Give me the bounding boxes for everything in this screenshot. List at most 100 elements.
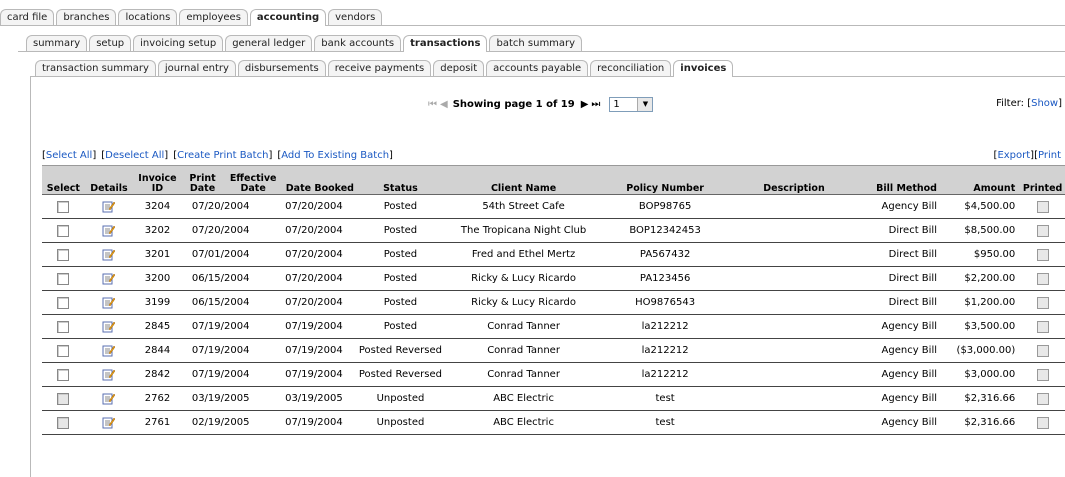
invoices-table: Select Details Invoice ID Print Date Effecti… — [42, 165, 1065, 435]
export-link[interactable]: Export — [997, 150, 1030, 161]
edit-details-icon[interactable] — [102, 368, 116, 381]
page-select[interactable]: 1 ▼ — [609, 96, 654, 112]
edit-details-icon[interactable] — [102, 392, 116, 405]
print-effective-date-cell: 07/19/2004 — [181, 362, 284, 387]
column-header-date-booked[interactable]: Date Booked — [283, 165, 357, 195]
edit-details-icon[interactable] — [102, 224, 116, 237]
tab-bank-accounts[interactable]: bank accounts — [314, 35, 402, 51]
chevron-down-icon[interactable]: ▼ — [637, 97, 653, 111]
description-cell — [727, 410, 861, 435]
filter-control: Filter: [Show] — [996, 98, 1062, 109]
details-cell — [84, 314, 134, 339]
column-header-bill-method[interactable]: Bill Method — [860, 165, 939, 195]
row-select-checkbox[interactable] — [57, 272, 70, 285]
column-header-description[interactable]: Description — [727, 165, 861, 195]
row-select-checkbox[interactable] — [57, 248, 70, 261]
tab-general-ledger[interactable]: general ledger — [225, 35, 313, 51]
edit-details-icon[interactable] — [102, 272, 116, 285]
column-header-print-date[interactable]: Print Date — [181, 165, 224, 195]
edit-details-icon[interactable] — [102, 296, 116, 309]
row-select-checkbox[interactable] — [57, 224, 70, 237]
bill-method-cell: Agency Bill — [860, 314, 939, 339]
effective-date: 02/19/2005 — [191, 416, 250, 428]
bracket-close: ] — [389, 150, 393, 161]
print-effective-date-cell: 07/01/2004 — [181, 242, 284, 267]
column-header-invoice-id[interactable]: Invoice ID — [133, 165, 182, 195]
amount-cell: $950.00 — [939, 242, 1018, 267]
prev-page-icon[interactable]: ◀ — [440, 99, 448, 110]
tab-card-file[interactable]: card file — [0, 9, 55, 25]
tab-accounting[interactable]: accounting — [249, 9, 327, 26]
column-header-effective-date[interactable]: Effective Date — [223, 165, 284, 195]
tab-accounts-payable[interactable]: accounts payable — [486, 60, 589, 76]
table-row[interactable]: 3200 06/15/2004 07/20/2004 Posted Ricky & Lu… — [42, 266, 1065, 291]
description-cell — [727, 362, 861, 387]
row-select-checkbox[interactable] — [57, 368, 70, 381]
tab-reconciliation[interactable]: reconciliation — [590, 60, 672, 76]
printed-checkbox — [1036, 320, 1049, 333]
edit-details-icon[interactable] — [102, 416, 116, 429]
edit-details-icon[interactable] — [102, 248, 116, 261]
edit-details-icon[interactable] — [102, 344, 116, 357]
tab-journal-entry[interactable]: journal entry — [157, 60, 236, 76]
date-booked-cell: 03/19/2005 — [283, 386, 357, 411]
bulk-actions: [Select All] [Deselect All] [Create Print … — [42, 150, 398, 161]
table-row[interactable]: 3199 06/15/2004 07/20/2004 Posted Ricky & Lu… — [42, 290, 1065, 315]
tab-employees[interactable]: employees — [179, 9, 248, 25]
table-row[interactable]: 3202 07/20/2004 07/20/2004 Posted The Tropic… — [42, 218, 1065, 243]
filter-show-link[interactable]: Show — [1031, 98, 1058, 109]
row-select-checkbox[interactable] — [57, 344, 70, 357]
invoice-id-cell: 2842 — [133, 362, 182, 387]
invoice-id-cell: 3201 — [133, 242, 182, 267]
client-name-cell: Conrad Tanner — [444, 338, 603, 363]
table-row[interactable]: 2845 07/19/2004 07/19/2004 Posted Conrad Tan… — [42, 314, 1065, 339]
row-select-checkbox[interactable] — [57, 200, 70, 213]
tab-batch-summary[interactable]: batch summary — [489, 35, 583, 51]
tab-invoices[interactable]: invoices — [673, 60, 734, 77]
column-header-policy-number[interactable]: Policy Number — [602, 165, 728, 195]
tab-disbursements[interactable]: disbursements — [237, 60, 326, 76]
tab-branches[interactable]: branches — [56, 9, 117, 25]
table-row[interactable]: 2842 07/19/2004 07/19/2004 Posted Reversed C… — [42, 362, 1065, 387]
tab-receive-payments[interactable]: receive payments — [327, 60, 432, 76]
last-page-icon[interactable]: ⏭ — [591, 99, 600, 110]
print-link[interactable]: Print — [1038, 150, 1061, 161]
edit-details-icon[interactable] — [102, 320, 116, 333]
add-to-existing-batch-link[interactable]: Add To Existing Batch — [281, 150, 389, 161]
create-print-batch-link[interactable]: Create Print Batch — [177, 150, 268, 161]
tab-vendors[interactable]: vendors — [328, 9, 383, 25]
status-cell: Posted — [356, 218, 445, 243]
bill-method-cell: Agency Bill — [860, 362, 939, 387]
table-row[interactable]: 2762 03/19/2005 03/19/2005 Unposted ABC Elec… — [42, 386, 1065, 411]
column-header-client-name[interactable]: Client Name — [444, 165, 603, 195]
description-cell — [727, 218, 861, 243]
row-select-checkbox[interactable] — [57, 320, 70, 333]
first-page-icon[interactable]: ⏮ — [428, 99, 437, 110]
tab-invoicing-setup[interactable]: invoicing setup — [133, 35, 224, 51]
column-header-amount[interactable]: Amount — [939, 165, 1018, 195]
tab-transaction-summary[interactable]: transaction summary — [35, 60, 156, 76]
printed-cell — [1017, 194, 1065, 219]
deselect-all-link[interactable]: Deselect All — [105, 150, 164, 161]
table-row[interactable]: 2844 07/19/2004 07/19/2004 Posted Reversed C… — [42, 338, 1065, 363]
tab-locations[interactable]: locations — [118, 9, 178, 25]
table-row[interactable]: 3204 07/20/2004 07/20/2004 Posted 54th Stree… — [42, 194, 1065, 219]
tab-transactions[interactable]: transactions — [403, 35, 488, 52]
invoice-id-cell: 3202 — [133, 218, 182, 243]
tab-summary[interactable]: summary — [26, 35, 88, 51]
status-cell: Unposted — [356, 410, 445, 435]
policy-number-cell: HO9876543 — [602, 290, 728, 315]
column-header-printed[interactable]: Printed — [1017, 165, 1065, 195]
column-header-select[interactable]: Select — [42, 165, 85, 195]
table-row[interactable]: 2761 02/19/2005 07/19/2004 Unposted ABC Elec… — [42, 410, 1065, 435]
table-row[interactable]: 3201 07/01/2004 07/20/2004 Posted Fred and E… — [42, 242, 1065, 267]
next-page-icon[interactable]: ▶ — [581, 99, 589, 110]
edit-details-icon[interactable] — [102, 200, 116, 213]
tab-deposit[interactable]: deposit — [433, 60, 485, 76]
row-select-checkbox[interactable] — [57, 296, 70, 309]
select-all-link[interactable]: Select All — [46, 150, 92, 161]
tab-setup[interactable]: setup — [89, 35, 132, 51]
column-header-status[interactable]: Status — [356, 165, 445, 195]
column-header-details[interactable]: Details — [84, 165, 134, 195]
select-cell — [42, 386, 85, 411]
